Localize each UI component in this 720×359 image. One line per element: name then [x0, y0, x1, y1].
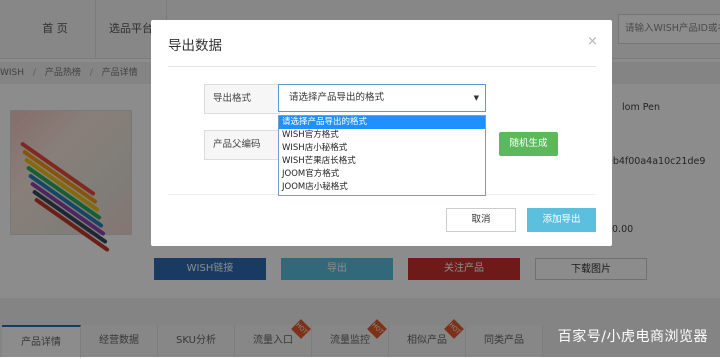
dropdown-option[interactable]: JOOM店小秘格式 — [279, 181, 485, 194]
add-export-button[interactable]: 添加导出 — [527, 208, 596, 232]
dropdown-option[interactable]: 请选择产品导出的格式 — [279, 116, 485, 129]
export-format-select[interactable]: 请选择产品导出的格式 ▼ — [278, 84, 486, 112]
dropdown-option[interactable]: WISH芒果店长格式 — [279, 155, 485, 168]
dropdown-option[interactable]: JOOM官方格式 — [279, 168, 485, 181]
random-generate-button[interactable]: 随机生成 — [499, 132, 558, 156]
cancel-button[interactable]: 取消 — [446, 208, 516, 232]
dialog-title: 导出数据 — [168, 38, 222, 54]
export-format-dropdown: 请选择产品导出的格式 WISH官方格式 WISH店小秘格式 WISH芒果店长格式… — [278, 115, 486, 196]
chevron-down-icon: ▼ — [473, 94, 479, 102]
dropdown-option[interactable]: WISH店小秘格式 — [279, 142, 485, 155]
dropdown-option[interactable]: WISH官方格式 — [279, 129, 485, 142]
close-icon[interactable]: × — [587, 34, 598, 49]
parent-code-label: 产品父编码 — [204, 130, 280, 160]
watermark-text: 百家号/小虎电商浏览器 — [557, 329, 708, 345]
export-format-value: 请选择产品导出的格式 — [289, 92, 385, 103]
divider — [168, 66, 596, 67]
export-format-label: 导出格式 — [204, 84, 280, 114]
